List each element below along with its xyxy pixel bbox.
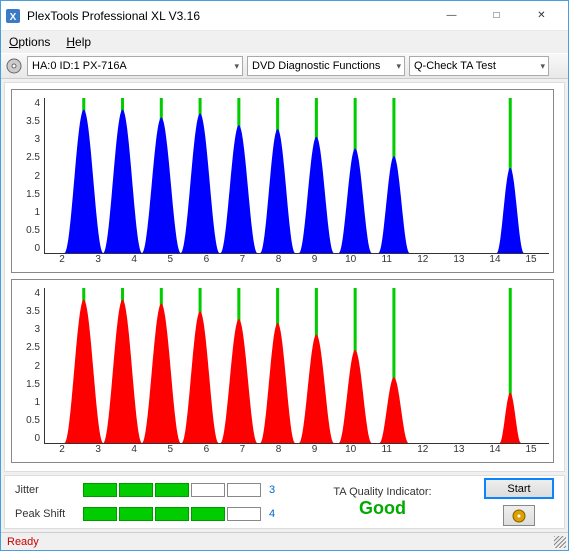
resize-grip[interactable]: [554, 536, 566, 548]
category-combo-value: DVD Diagnostic Functions: [252, 60, 380, 72]
toolbar: HA:0 ID:1 PX-716A DVD Diagnostic Functio…: [1, 53, 568, 79]
peakshift-value: 4: [269, 508, 281, 520]
test-combo[interactable]: Q-Check TA Test: [409, 56, 549, 76]
chart-top-yaxis: 43.532.521.510.50: [16, 98, 44, 254]
ta-label: TA Quality Indicator:: [291, 486, 474, 498]
minimize-button[interactable]: —: [429, 2, 474, 30]
menu-help[interactable]: Help: [66, 35, 91, 49]
window-title: PlexTools Professional XL V3.16: [27, 9, 429, 23]
menubar: Options Help: [1, 31, 568, 53]
ta-value: Good: [291, 498, 474, 519]
device-combo-value: HA:0 ID:1 PX-716A: [32, 60, 127, 72]
start-button[interactable]: Start: [484, 478, 554, 499]
svg-text:X: X: [10, 12, 17, 23]
titlebar: X PlexTools Professional XL V3.16 — □ ✕: [1, 1, 568, 31]
disc-info-button[interactable]: [503, 505, 535, 526]
app-icon: X: [5, 8, 21, 24]
peakshift-label: Peak Shift: [15, 508, 75, 520]
jitter-label: Jitter: [15, 484, 75, 496]
menu-options[interactable]: Options: [9, 35, 50, 49]
chart-bottom: 43.532.521.510.50 23456789101112131415: [11, 279, 554, 463]
peakshift-bar: [83, 507, 261, 521]
jitter-bar: [83, 483, 261, 497]
jitter-value: 3: [269, 484, 281, 496]
category-combo[interactable]: DVD Diagnostic Functions: [247, 56, 405, 76]
disc-small-icon: [511, 508, 527, 524]
status-text: Ready: [7, 536, 39, 548]
chart-top-plot: [44, 98, 549, 254]
device-combo[interactable]: HA:0 ID:1 PX-716A: [27, 56, 243, 76]
metrics-panel: Jitter 3 Peak Shift 4 TA Quality Indicat…: [4, 475, 565, 529]
test-combo-value: Q-Check TA Test: [414, 60, 496, 72]
chart-top: 43.532.521.510.50 23456789101112131415: [11, 89, 554, 273]
close-button[interactable]: ✕: [519, 2, 564, 30]
chart-top-xaxis: 23456789101112131415: [44, 254, 549, 270]
statusbar: Ready: [1, 532, 568, 550]
window-buttons: — □ ✕: [429, 2, 564, 30]
chart-bottom-yaxis: 43.532.521.510.50: [16, 288, 44, 444]
chart-bottom-plot: [44, 288, 549, 444]
chart-area: 43.532.521.510.50 23456789101112131415 4…: [4, 82, 565, 472]
chart-bottom-xaxis: 23456789101112131415: [44, 444, 549, 460]
maximize-button[interactable]: □: [474, 2, 519, 30]
disc-icon: [5, 57, 23, 75]
